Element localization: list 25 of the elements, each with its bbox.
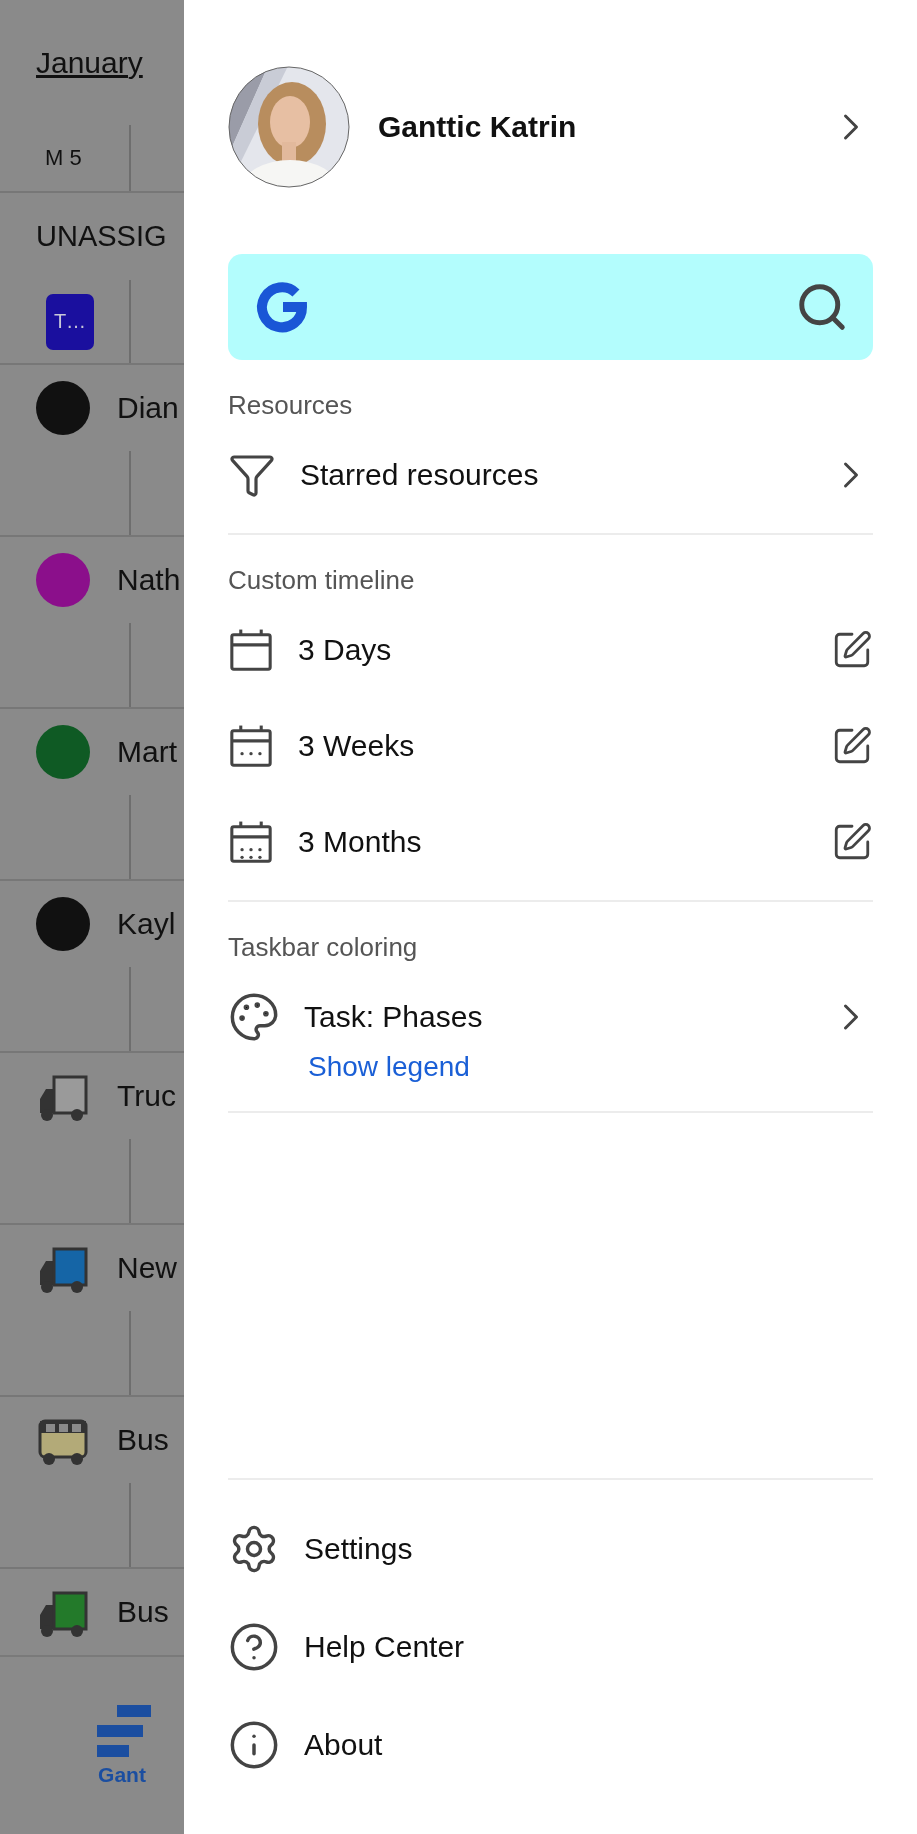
menu-item-label[interactable]: Settings	[304, 1532, 873, 1566]
resource-name: Mart	[117, 735, 177, 769]
resource-name: Bus	[117, 1423, 169, 1457]
profile-name[interactable]: Ganttic Katrin	[378, 110, 801, 144]
resource-name: Kayl	[117, 907, 176, 941]
menu-item-label[interactable]: Task: Phases	[304, 1000, 805, 1034]
section-title: Taskbar coloring	[228, 931, 419, 964]
menu-item-label[interactable]: 3 Months	[298, 825, 807, 859]
resource-name: New	[117, 1251, 177, 1285]
resource-name: Dian	[117, 391, 179, 425]
menu-item-label[interactable]: 3 Weeks	[298, 729, 807, 763]
resource-name: Nath	[117, 563, 181, 597]
menu-item-label[interactable]: Help Center	[304, 1630, 873, 1664]
task-badge[interactable]: T…	[46, 293, 94, 350]
section-title: Custom timeline	[228, 564, 416, 597]
resource-name: Bus	[117, 1595, 169, 1629]
menu-item-label[interactable]: About	[304, 1728, 873, 1762]
day-header: M 5	[0, 125, 131, 191]
resource-name: Truc	[117, 1079, 176, 1113]
section-label: UNASSIG	[36, 220, 167, 253]
month-title[interactable]: January	[36, 45, 143, 80]
section-title: Resources	[228, 389, 354, 422]
menu-item-label[interactable]: Starred resources	[300, 458, 805, 492]
show-legend-link[interactable]: Show legend	[308, 1051, 873, 1083]
menu-item-label[interactable]: 3 Days	[298, 633, 807, 667]
